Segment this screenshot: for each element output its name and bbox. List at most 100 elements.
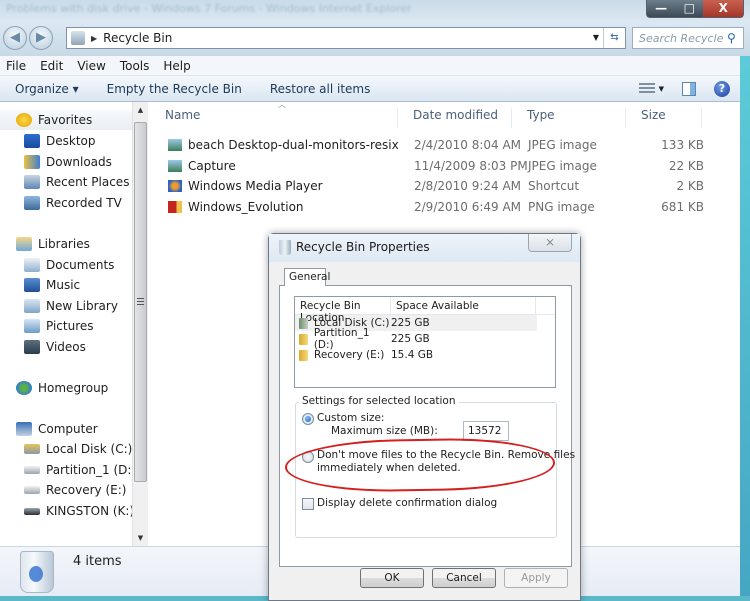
restore-all-button[interactable]: Restore all items bbox=[256, 82, 385, 96]
change-view-icon[interactable] bbox=[638, 83, 655, 95]
search-input[interactable]: Search Recycle ... bbox=[639, 32, 727, 45]
file-size: 681 KB bbox=[661, 200, 704, 214]
scrollbar-thumb[interactable] bbox=[134, 122, 147, 482]
sidebar-item-recovery-e[interactable]: Recovery (E:) bbox=[0, 480, 126, 500]
library-icon bbox=[24, 299, 40, 313]
sidebar-scrollbar[interactable]: ▲ ▼ bbox=[132, 102, 148, 546]
column-header-space[interactable]: Space Available bbox=[391, 297, 536, 314]
media-player-icon bbox=[168, 180, 182, 192]
window-controls: — □ X bbox=[646, 0, 744, 18]
menu-tools[interactable]: Tools bbox=[120, 59, 150, 73]
sidebar-item-downloads[interactable]: Downloads bbox=[0, 152, 112, 172]
sidebar-label: Partition_1 (D:) bbox=[46, 463, 132, 477]
sidebar-item-desktop[interactable]: Desktop bbox=[0, 131, 96, 151]
png-icon bbox=[168, 201, 182, 213]
sidebar-homegroup[interactable]: Homegroup bbox=[0, 378, 108, 398]
sidebar-libraries[interactable]: Libraries bbox=[0, 234, 90, 254]
location-list[interactable]: Recycle Bin Location Space Available Loc… bbox=[294, 296, 556, 388]
sidebar-label: Local Disk (C:) bbox=[46, 442, 132, 456]
sidebar-item-documents[interactable]: Documents bbox=[0, 255, 114, 275]
address-dropdown-icon[interactable]: ▼ bbox=[593, 33, 599, 42]
sidebar-item-new-library[interactable]: New Library bbox=[0, 296, 118, 316]
maximize-button[interactable]: □ bbox=[675, 0, 703, 17]
folder-icon bbox=[299, 349, 308, 361]
sidebar-label: Desktop bbox=[46, 134, 96, 148]
column-header-location[interactable]: Recycle Bin Location bbox=[295, 297, 391, 324]
jpeg-icon bbox=[168, 160, 182, 172]
dialog-title: Recycle Bin Properties bbox=[296, 240, 430, 254]
breadcrumb-recycle-bin[interactable]: Recycle Bin bbox=[103, 31, 172, 45]
file-size: 2 KB bbox=[676, 179, 704, 193]
sidebar-computer[interactable]: Computer bbox=[0, 419, 98, 439]
empty-recycle-bin-button[interactable]: Empty the Recycle Bin bbox=[93, 82, 256, 96]
dialog-close-button[interactable]: ⨯ bbox=[528, 234, 572, 252]
file-name: beach Desktop-dual-monitors-resix bbox=[188, 138, 399, 152]
column-header-date[interactable]: Date modified bbox=[398, 108, 512, 128]
file-row[interactable]: Windows_Evolution 2/9/2010 6:49 AM PNG i… bbox=[150, 197, 740, 217]
sidebar-label: Pictures bbox=[46, 319, 94, 333]
address-bar[interactable]: ▶ Recycle Bin ▼ ⇆ bbox=[66, 27, 626, 49]
help-icon[interactable]: ? bbox=[714, 81, 730, 97]
search-box[interactable]: Search Recycle ... ⚲ bbox=[632, 27, 744, 49]
sidebar-item-local-disk-c[interactable]: Local Disk (C:) bbox=[0, 439, 132, 459]
search-icon[interactable]: ⚲ bbox=[727, 31, 743, 45]
file-name: Windows Media Player bbox=[188, 179, 323, 193]
menu-help[interactable]: Help bbox=[163, 59, 190, 73]
preview-pane-icon[interactable] bbox=[682, 82, 696, 96]
delete-confirmation-checkbox[interactable] bbox=[302, 498, 314, 510]
desktop-background bbox=[740, 56, 750, 601]
location-name: Recovery (E:) bbox=[314, 349, 385, 361]
file-row[interactable]: beach Desktop-dual-monitors-resix 2/4/20… bbox=[150, 135, 740, 155]
sidebar-item-pictures[interactable]: Pictures bbox=[0, 316, 94, 336]
sidebar-item-music[interactable]: Music bbox=[0, 275, 80, 295]
file-type: JPEG image bbox=[528, 138, 597, 152]
menu-file[interactable]: File bbox=[6, 59, 26, 73]
column-header-size[interactable]: Size bbox=[626, 108, 702, 128]
back-button[interactable]: ◀ bbox=[3, 26, 27, 50]
recycle-bin-icon bbox=[20, 551, 54, 593]
desktop-icon bbox=[24, 134, 40, 148]
sidebar-label: Documents bbox=[46, 258, 115, 272]
location-row[interactable]: Partition_1 (D:) 225 GB bbox=[295, 327, 555, 351]
sidebar-item-recent-places[interactable]: Recent Places bbox=[0, 172, 129, 192]
tab-general[interactable]: General bbox=[284, 268, 330, 286]
menu-view[interactable]: View bbox=[77, 59, 105, 73]
delete-confirmation-label[interactable]: Display delete confirmation dialog bbox=[317, 497, 497, 509]
custom-size-radio[interactable] bbox=[302, 413, 314, 425]
breadcrumb-arrow-icon[interactable]: ▶ bbox=[91, 34, 97, 43]
sidebar-label: Recorded TV bbox=[46, 196, 122, 210]
menu-edit[interactable]: Edit bbox=[40, 59, 63, 73]
location-row[interactable]: Recovery (E:) 15.4 GB bbox=[295, 347, 555, 363]
sidebar-item-videos[interactable]: Videos bbox=[0, 337, 86, 357]
general-tab-panel: Recycle Bin Location Space Available Loc… bbox=[279, 285, 575, 567]
refresh-icon[interactable]: ⇆ bbox=[603, 28, 625, 48]
file-type: PNG image bbox=[528, 200, 595, 214]
sidebar-item-partition-d[interactable]: Partition_1 (D:) bbox=[0, 460, 132, 480]
column-header-name[interactable]: Name bbox=[150, 108, 398, 128]
settings-legend: Settings for selected location bbox=[299, 395, 459, 407]
forward-button[interactable]: ▶ bbox=[29, 26, 53, 50]
sidebar-item-kingston-k[interactable]: KINGSTON (K:) bbox=[0, 501, 132, 521]
sidebar-favorites[interactable]: Favorites bbox=[0, 110, 132, 130]
ok-button[interactable]: OK bbox=[360, 568, 424, 588]
sidebar-item-recorded-tv[interactable]: Recorded TV bbox=[0, 193, 122, 213]
organize-button[interactable]: Organize ▾ bbox=[0, 82, 93, 96]
file-row[interactable]: Windows Media Player 2/8/2010 9:24 AM Sh… bbox=[150, 176, 740, 196]
file-name: Windows_Evolution bbox=[188, 200, 304, 214]
file-row[interactable]: Capture 11/4/2009 8:03 PM JPEG image 22 … bbox=[150, 156, 740, 176]
scroll-down-icon[interactable]: ▼ bbox=[133, 530, 148, 546]
file-date: 2/9/2010 6:49 AM bbox=[414, 200, 522, 214]
location-space: 225 GB bbox=[391, 333, 430, 345]
dialog-title-bar[interactable]: Recycle Bin Properties ⨯ bbox=[269, 234, 580, 262]
sidebar-label: Downloads bbox=[46, 155, 112, 169]
recorded-tv-icon bbox=[24, 196, 40, 210]
cancel-button[interactable]: Cancel bbox=[432, 568, 496, 588]
minimize-button[interactable]: — bbox=[647, 0, 675, 17]
custom-size-label[interactable]: Custom size: bbox=[317, 412, 384, 424]
apply-button[interactable]: Apply bbox=[504, 568, 568, 588]
scroll-up-icon[interactable]: ▲ bbox=[133, 102, 148, 118]
view-dropdown-icon[interactable]: ▼ bbox=[659, 85, 664, 93]
location-space: 15.4 GB bbox=[391, 349, 434, 361]
close-button[interactable]: X bbox=[703, 0, 743, 17]
column-header-type[interactable]: Type bbox=[512, 108, 626, 128]
